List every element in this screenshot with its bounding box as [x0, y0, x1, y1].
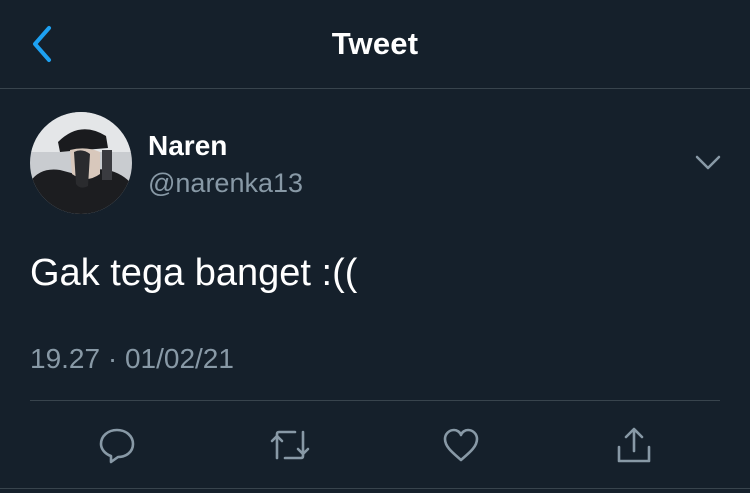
retweet-icon: [270, 430, 310, 460]
share-button[interactable]: [609, 420, 659, 470]
header: Tweet: [0, 0, 750, 89]
avatar-image: [30, 112, 132, 214]
share-icon: [617, 427, 651, 463]
tweet-menu-button[interactable]: [690, 150, 726, 176]
reply-button[interactable]: [92, 420, 142, 470]
author-handle[interactable]: @narenka13: [148, 168, 303, 199]
chevron-down-icon: [695, 155, 721, 170]
retweet-button[interactable]: [265, 420, 315, 470]
action-bar: [0, 420, 750, 470]
like-button[interactable]: [436, 420, 486, 470]
heart-icon: [443, 428, 479, 462]
tweet-text: Gak tega banget :((: [30, 252, 358, 294]
divider: [30, 400, 720, 401]
page-title: Tweet: [331, 26, 419, 61]
author-name[interactable]: Naren: [148, 130, 227, 162]
bottom-divider: [0, 488, 750, 489]
tweet-timestamp[interactable]: 19.27 · 01/02/21: [30, 343, 234, 375]
avatar[interactable]: [30, 112, 132, 214]
reply-icon: [99, 428, 135, 464]
